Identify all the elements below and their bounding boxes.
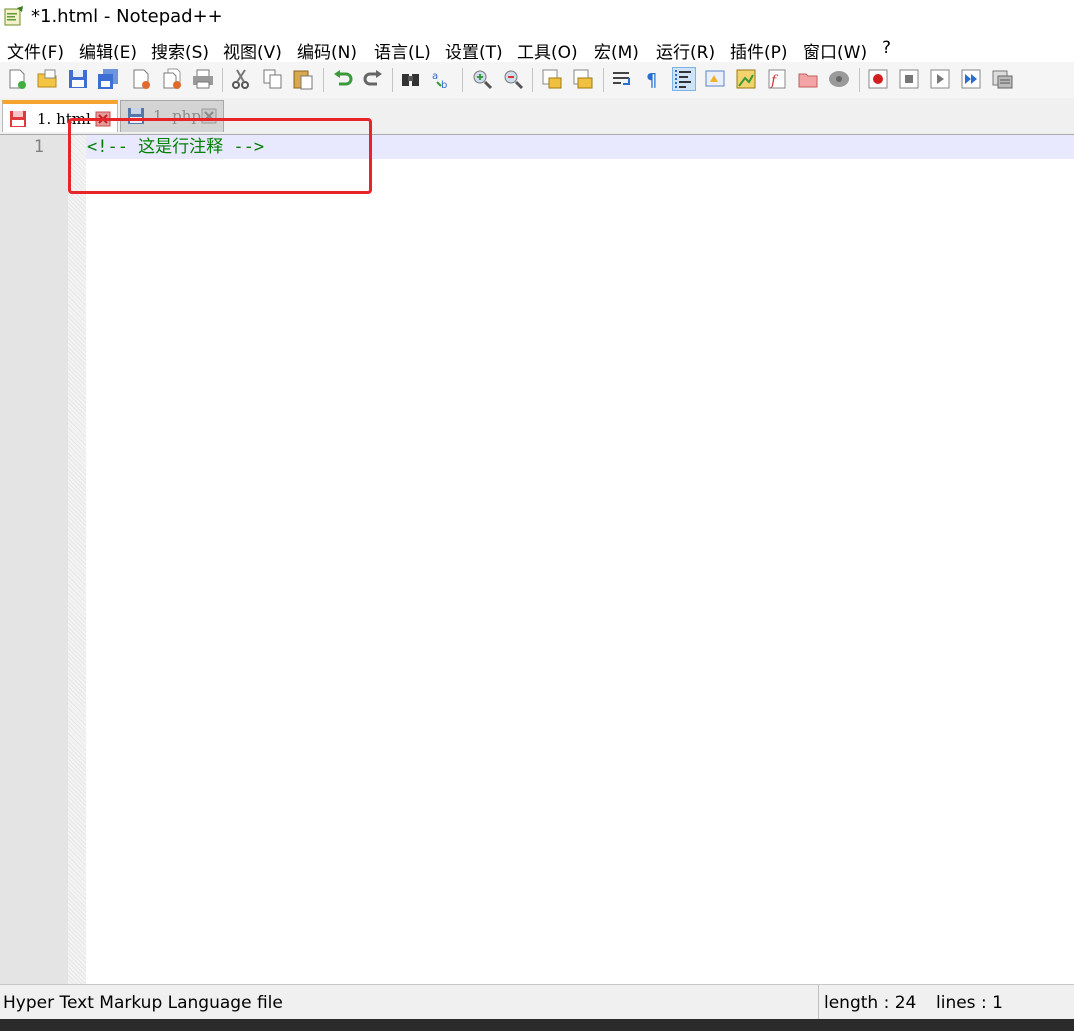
- find-icon[interactable]: [400, 68, 422, 90]
- save-macro-icon[interactable]: [991, 68, 1013, 90]
- save-all-icon[interactable]: [97, 68, 119, 90]
- new-file-icon[interactable]: [6, 68, 28, 90]
- tab-bar: 1. html 1. php: [0, 98, 1074, 135]
- status-divider: [818, 985, 819, 1019]
- toolbar-separator: [392, 68, 393, 92]
- menu-plugins[interactable]: 插件(P): [730, 38, 788, 63]
- status-lines: lines : 1: [936, 993, 1003, 1013]
- indent-guide-icon[interactable]: [672, 67, 696, 91]
- svg-text:b: b: [441, 80, 447, 90]
- code-line[interactable]: <!-- 这是行注释 -->: [87, 135, 264, 159]
- title-bar: *1.html - Notepad++: [0, 0, 1074, 34]
- status-bar: Hyper Text Markup Language file length :…: [0, 984, 1074, 1019]
- sync-vertical-icon[interactable]: [541, 68, 563, 90]
- toolbar: ab ¶ f: [0, 62, 1074, 99]
- monitoring-icon[interactable]: [828, 68, 850, 90]
- unsaved-file-icon: [10, 111, 26, 127]
- menu-search[interactable]: 搜索(S): [151, 38, 209, 63]
- tab-1-php[interactable]: 1. php: [120, 100, 224, 132]
- editor[interactable]: 1 <!-- 这是行注释 -->: [0, 135, 1074, 984]
- cut-icon[interactable]: [230, 68, 252, 90]
- menu-bar: 文件(F) 编辑(E) 搜索(S) 视图(V) 编码(N) 语言(L) 设置(T…: [0, 34, 1074, 63]
- menu-view[interactable]: 视图(V): [223, 38, 282, 63]
- copy-icon[interactable]: [262, 68, 284, 90]
- undo-icon[interactable]: [332, 68, 354, 90]
- tab-label: 1. html: [37, 110, 91, 128]
- status-length: length : 24: [824, 993, 917, 1013]
- sync-horizontal-icon[interactable]: [572, 68, 594, 90]
- saved-file-icon: [128, 108, 144, 124]
- zoom-in-icon[interactable]: [471, 68, 493, 90]
- open-file-icon[interactable]: [36, 68, 58, 90]
- menu-encoding[interactable]: 编码(N): [297, 38, 357, 63]
- function-list-icon[interactable]: f: [766, 68, 788, 90]
- toolbar-separator: [603, 68, 604, 92]
- menu-help[interactable]: ?: [882, 38, 891, 58]
- status-file-type: Hyper Text Markup Language file: [3, 993, 283, 1013]
- menu-language[interactable]: 语言(L): [374, 38, 431, 63]
- play-macro-icon[interactable]: [929, 68, 951, 90]
- show-all-chars-icon[interactable]: ¶: [642, 68, 664, 90]
- menu-file[interactable]: 文件(F): [7, 38, 64, 63]
- stop-macro-icon[interactable]: [898, 68, 920, 90]
- menu-settings[interactable]: 设置(T): [445, 38, 503, 63]
- run-macro-multiple-icon[interactable]: [960, 68, 982, 90]
- notepad-plus-plus-icon: [4, 6, 23, 26]
- taskbar-strip: [0, 1019, 1074, 1031]
- toolbar-separator: [532, 68, 533, 92]
- toolbar-separator: [859, 68, 860, 92]
- user-language-icon[interactable]: [704, 68, 726, 90]
- paste-icon[interactable]: [292, 68, 314, 90]
- print-icon[interactable]: [192, 68, 214, 90]
- save-icon[interactable]: [67, 68, 89, 90]
- toolbar-separator: [323, 68, 324, 92]
- document-map-icon[interactable]: [735, 68, 757, 90]
- tab-label: 1. php: [153, 107, 201, 125]
- redo-icon[interactable]: [362, 68, 384, 90]
- tab-1-html[interactable]: 1. html: [2, 100, 118, 132]
- line-number: 1: [33, 137, 44, 157]
- word-wrap-icon[interactable]: [611, 68, 633, 90]
- menu-window[interactable]: 窗口(W): [803, 38, 867, 63]
- menu-run[interactable]: 运行(R): [656, 38, 715, 63]
- menu-tools[interactable]: 工具(O): [517, 38, 578, 63]
- toolbar-separator: [222, 68, 223, 92]
- close-icon[interactable]: [131, 68, 153, 90]
- record-macro-icon[interactable]: [867, 68, 889, 90]
- svg-text:¶: ¶: [646, 70, 657, 90]
- menu-macro[interactable]: 宏(M): [594, 38, 639, 63]
- toolbar-separator: [462, 68, 463, 92]
- replace-icon[interactable]: ab: [431, 68, 453, 90]
- tab-close-icon[interactable]: [95, 111, 111, 127]
- folder-as-workspace-icon[interactable]: [797, 68, 819, 90]
- tab-close-icon[interactable]: [201, 108, 217, 124]
- window-title: *1.html - Notepad++: [31, 6, 223, 27]
- zoom-out-icon[interactable]: [502, 68, 524, 90]
- close-all-icon[interactable]: [162, 68, 184, 90]
- line-number-margin: 1: [0, 135, 68, 984]
- menu-edit[interactable]: 编辑(E): [79, 38, 137, 63]
- svg-text:a: a: [432, 71, 438, 82]
- fold-margin[interactable]: [68, 135, 86, 984]
